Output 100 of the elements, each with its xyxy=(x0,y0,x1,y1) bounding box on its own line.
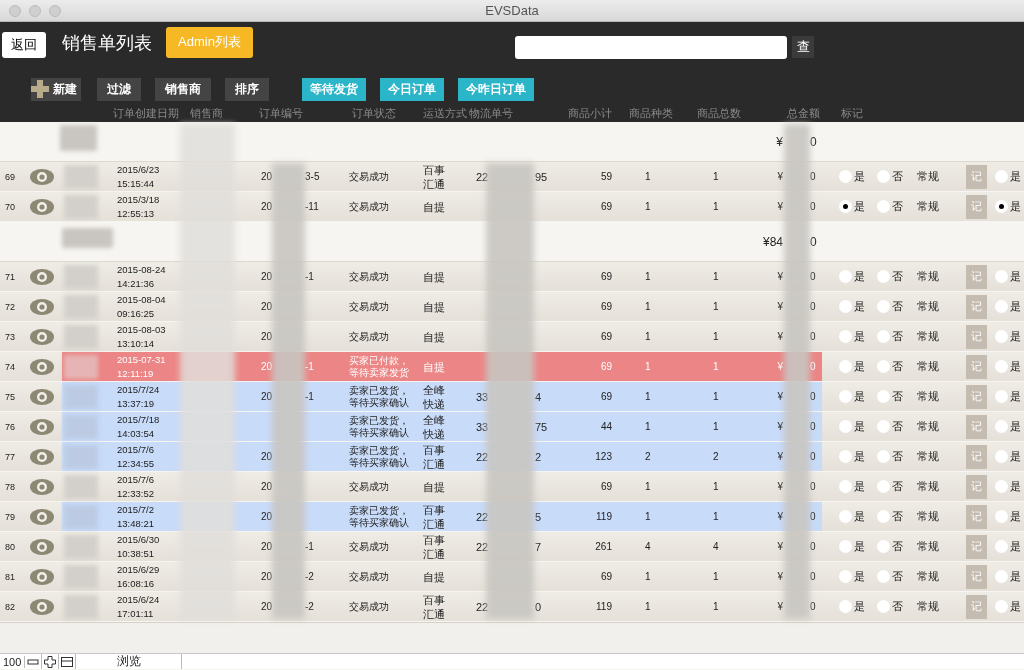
amount-text: 0 xyxy=(810,391,816,402)
radio-button[interactable] xyxy=(995,200,1008,213)
radio-button[interactable] xyxy=(839,600,852,613)
radio-button[interactable] xyxy=(877,270,890,283)
radio-label: 否 xyxy=(892,299,903,314)
radio-button[interactable] xyxy=(839,390,852,403)
radio-button[interactable] xyxy=(839,170,852,183)
radio-button[interactable] xyxy=(877,510,890,523)
toolbar-button[interactable]: 排序 xyxy=(225,77,269,101)
subtotal: 69 xyxy=(600,331,612,342)
radio-button[interactable] xyxy=(877,570,890,583)
radio-button[interactable] xyxy=(995,360,1008,373)
radio-button[interactable] xyxy=(995,330,1008,343)
note-button[interactable]: 记 xyxy=(966,294,987,319)
note-button[interactable]: 记 xyxy=(966,534,987,559)
subtotal: 261 xyxy=(595,541,612,552)
row-number: 72 xyxy=(4,300,16,314)
radio-button[interactable] xyxy=(995,540,1008,553)
shipping-method: 全峰快递 xyxy=(422,382,446,411)
note-button[interactable]: 记 xyxy=(966,564,987,589)
radio-button[interactable] xyxy=(877,600,890,613)
radio-button[interactable] xyxy=(995,420,1008,433)
new-button[interactable]: 新建 xyxy=(31,77,81,101)
radio-button[interactable] xyxy=(839,200,852,213)
note-button[interactable]: 记 xyxy=(966,474,987,499)
layout-button[interactable] xyxy=(59,654,77,669)
minimize-window-button[interactable] xyxy=(29,4,41,17)
radio-button[interactable] xyxy=(877,420,890,433)
radio-button[interactable] xyxy=(995,450,1008,463)
note-button[interactable]: 记 xyxy=(966,324,987,349)
note-button[interactable]: 记 xyxy=(966,354,987,379)
category-label: 常规 xyxy=(917,509,939,524)
radio-button[interactable] xyxy=(877,360,890,373)
radio-button[interactable] xyxy=(839,570,852,583)
order-number: -1 xyxy=(305,361,314,372)
radio-button[interactable] xyxy=(995,390,1008,403)
date-time: 2015/6/29 16:08:16 xyxy=(116,562,161,591)
admin-list-button[interactable]: Admin列表 xyxy=(166,26,253,58)
subtotal: 119 xyxy=(596,511,612,522)
note-button[interactable]: 记 xyxy=(966,264,987,289)
column-header: 总金额 xyxy=(787,106,821,121)
radio-button[interactable] xyxy=(995,480,1008,493)
subtotal: 59 xyxy=(600,171,612,182)
item-kinds: 2 xyxy=(645,451,651,462)
radio-button[interactable] xyxy=(877,480,890,493)
radio-button[interactable] xyxy=(877,450,890,463)
radio-button[interactable] xyxy=(839,300,852,313)
radio-button[interactable] xyxy=(839,480,852,493)
radio-button[interactable] xyxy=(877,170,890,183)
radio-button[interactable] xyxy=(877,540,890,553)
amount-text: 0 xyxy=(810,201,816,212)
order-number: 20 xyxy=(259,511,272,522)
search-button[interactable]: 查 xyxy=(792,36,814,58)
item-kinds: 1 xyxy=(645,601,651,612)
note-button[interactable]: 记 xyxy=(966,194,987,219)
row-number: 73 xyxy=(4,330,16,344)
radio-button[interactable] xyxy=(877,330,890,343)
toolbar-button[interactable]: 销售商 xyxy=(155,77,211,101)
filter-button[interactable]: 今日订单 xyxy=(380,77,444,101)
close-window-button[interactable] xyxy=(9,4,21,17)
eye-icon xyxy=(30,568,54,585)
radio-button[interactable] xyxy=(877,200,890,213)
date-time: 2015/7/24 13:37:19 xyxy=(116,382,161,411)
amount-text: 0 xyxy=(810,331,816,342)
radio-button[interactable] xyxy=(877,390,890,403)
back-button[interactable]: 返回 xyxy=(2,32,46,58)
radio-button[interactable] xyxy=(995,600,1008,613)
filter-button[interactable]: 等待发货 xyxy=(302,77,366,101)
tracking-number: 22 xyxy=(475,510,489,523)
order-number: 20 xyxy=(259,601,272,612)
note-button[interactable]: 记 xyxy=(966,384,987,409)
note-button[interactable]: 记 xyxy=(966,504,987,529)
radio-button[interactable] xyxy=(839,510,852,523)
eye-icon xyxy=(30,358,54,375)
note-button[interactable]: 记 xyxy=(966,444,987,469)
zoom-in-button[interactable] xyxy=(42,654,60,669)
radio-button[interactable] xyxy=(839,540,852,553)
note-button[interactable]: 记 xyxy=(966,164,987,189)
order-number: 20 xyxy=(259,541,272,552)
radio-button[interactable] xyxy=(995,300,1008,313)
radio-button[interactable] xyxy=(995,170,1008,183)
column-header: 订单编号 xyxy=(259,106,304,121)
zoom-window-button[interactable] xyxy=(49,4,61,17)
radio-button[interactable] xyxy=(877,300,890,313)
radio-button[interactable] xyxy=(839,270,852,283)
radio-button[interactable] xyxy=(995,270,1008,283)
radio-button[interactable] xyxy=(839,330,852,343)
radio-button[interactable] xyxy=(995,510,1008,523)
amount-text: ¥ xyxy=(776,541,783,552)
toolbar-button[interactable]: 过滤 xyxy=(97,77,141,101)
search-field[interactable] xyxy=(515,35,787,59)
radio-button[interactable] xyxy=(839,450,852,463)
note-button[interactable]: 记 xyxy=(966,414,987,439)
shipping-method: 百事汇通 xyxy=(422,502,446,531)
amount-text: 0 xyxy=(810,361,816,372)
radio-button[interactable] xyxy=(995,570,1008,583)
filter-button[interactable]: 今昨日订单 xyxy=(458,77,534,101)
radio-button[interactable] xyxy=(839,420,852,433)
radio-button[interactable] xyxy=(839,360,852,373)
note-button[interactable]: 记 xyxy=(966,594,987,619)
